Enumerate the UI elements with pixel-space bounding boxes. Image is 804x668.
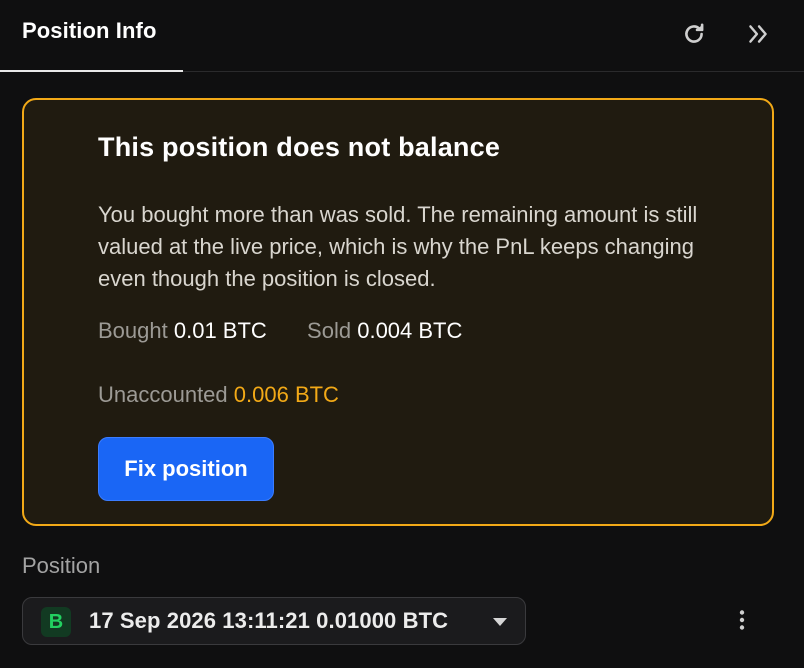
fix-position-button[interactable]: Fix position <box>98 437 274 501</box>
bought-label: Bought <box>98 318 168 343</box>
refresh-icon <box>681 21 707 47</box>
tab-position-info[interactable]: Position Info <box>0 0 183 72</box>
unbalanced-position-warning: This position does not balance You bough… <box>22 98 774 526</box>
chevrons-right-icon <box>745 21 771 47</box>
unaccounted-value: 0.006 BTC <box>233 382 339 407</box>
buy-side-badge: B <box>41 607 71 637</box>
position-section-label: Position <box>22 553 101 578</box>
collapse-panel-button[interactable] <box>742 18 774 50</box>
position-select[interactable]: B 17 Sep 2026 13:11:21 0.01000 BTC <box>22 597 526 645</box>
unaccounted-summary: Unaccounted 0.006 BTC <box>98 382 339 408</box>
tab-position-info-label: Position Info <box>22 18 157 43</box>
bought-value: 0.01 BTC <box>173 318 267 343</box>
more-options-button[interactable] <box>726 606 758 638</box>
panel-header: Position Info <box>0 0 804 72</box>
warning-description: You bought more than was sold. The remai… <box>98 202 698 291</box>
position-select-value: 17 Sep 2026 13:11:21 0.01000 BTC <box>89 608 449 633</box>
warning-title: This position does not balance <box>98 132 501 162</box>
sold-value: 0.004 BTC <box>357 318 463 343</box>
unaccounted-label: Unaccounted <box>98 382 228 407</box>
caret-down-icon <box>493 618 507 626</box>
amounts-summary: Bought 0.01 BTC Sold 0.004 BTC <box>98 318 462 344</box>
refresh-button[interactable] <box>678 18 710 50</box>
sold-label: Sold <box>307 318 352 343</box>
more-vertical-icon <box>738 609 746 636</box>
